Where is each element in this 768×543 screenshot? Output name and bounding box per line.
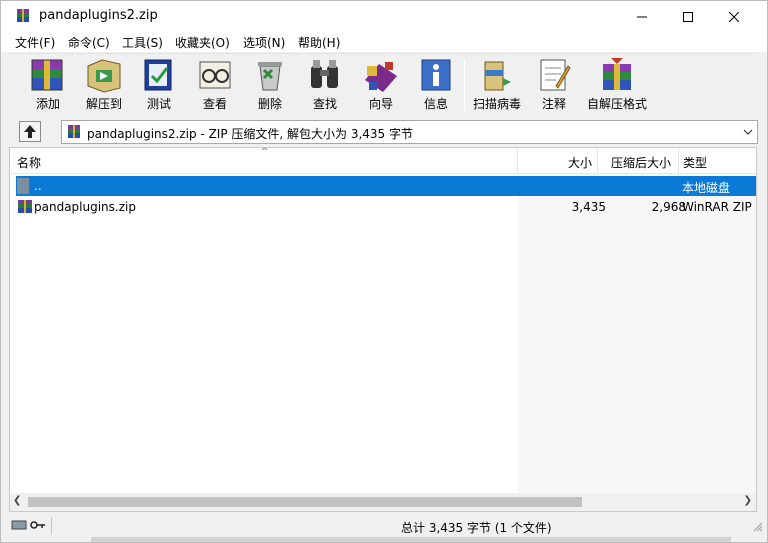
- winrar-window: pandaplugins2.zip 文件(F) 命令(C) 工具(S) 收藏夹(…: [0, 0, 768, 543]
- column-type[interactable]: 类型: [683, 154, 707, 171]
- view-icon: [199, 61, 231, 89]
- maximize-button[interactable]: [665, 1, 711, 32]
- menu-help[interactable]: 帮助(H): [298, 34, 340, 51]
- table-row[interactable]: pandaplugins.zip 3,435 2,968 WinRAR ZIP: [16, 197, 756, 217]
- zip-file-icon: [18, 200, 32, 213]
- comment-button[interactable]: 注释: [528, 54, 580, 116]
- column-name[interactable]: 名称: [17, 154, 41, 171]
- extract-to-icon: [87, 59, 121, 93]
- column-divider[interactable]: [678, 148, 679, 174]
- menu-commands[interactable]: 命令(C): [68, 34, 110, 51]
- bottom-strip: [91, 537, 731, 542]
- column-divider[interactable]: [597, 148, 598, 174]
- table-row[interactable]: .. 本地磁盘: [16, 176, 756, 196]
- column-header: 名称 ^ 大小 压缩后大小 类型: [10, 148, 756, 174]
- list-background: [518, 174, 756, 499]
- delete-icon: [258, 62, 282, 91]
- minimize-button[interactable]: [619, 1, 665, 32]
- close-icon: [729, 11, 739, 22]
- maximize-icon: [683, 11, 693, 22]
- up-arrow-icon: [24, 125, 36, 138]
- horizontal-scrollbar[interactable]: ❮ ❯: [10, 493, 756, 511]
- menu-tools[interactable]: 工具(S): [122, 34, 163, 51]
- resize-grip-icon[interactable]: [753, 522, 763, 532]
- row-size: 3,435: [571, 200, 606, 214]
- menu-file[interactable]: 文件(F): [15, 34, 55, 51]
- menu-bar: 文件(F) 命令(C) 工具(S) 收藏夹(O) 选项(N) 帮助(H): [1, 32, 767, 52]
- column-size[interactable]: 大小: [568, 154, 592, 171]
- row-name: pandaplugins.zip: [34, 200, 136, 214]
- row-type: WinRAR ZIP: [682, 200, 752, 214]
- sfx-label: 自解压格式: [586, 97, 647, 111]
- path-field[interactable]: pandaplugins2.zip - ZIP 压缩文件, 解包大小为 3,43…: [61, 120, 758, 144]
- window-title: pandaplugins2.zip: [39, 8, 158, 23]
- drive-key-icon: [11, 520, 45, 530]
- info-button[interactable]: 信息: [410, 54, 462, 116]
- toolbar: 添加 解压到 测试 查看 删除 查找 向导 信息 扫描病毒 注释 自解压格式: [9, 53, 757, 116]
- find-icon: [311, 60, 338, 88]
- minimize-icon: [637, 16, 647, 17]
- address-bar: pandaplugins2.zip - ZIP 压缩文件, 解包大小为 3,43…: [9, 117, 758, 147]
- file-list[interactable]: 名称 ^ 大小 压缩后大小 类型 .. 本地磁盘 pandaplugins.zi…: [9, 147, 757, 512]
- status-separator: [51, 517, 52, 535]
- info-icon: [421, 59, 451, 91]
- scan-virus-icon: [484, 61, 511, 91]
- archive-icon: [68, 125, 80, 138]
- menu-options[interactable]: 选项(N): [243, 34, 285, 51]
- chevron-down-icon[interactable]: [742, 125, 754, 139]
- column-divider[interactable]: [517, 148, 518, 174]
- sfx-button[interactable]: 自解压格式: [587, 54, 647, 116]
- row-packed: 2,968: [651, 200, 686, 214]
- title-bar[interactable]: pandaplugins2.zip: [1, 1, 767, 32]
- row-name: ..: [34, 179, 42, 193]
- wizard-icon: [365, 62, 397, 92]
- scroll-left-icon[interactable]: ❮: [13, 495, 21, 506]
- up-folder-button[interactable]: [19, 121, 41, 142]
- sort-ascending-icon: ^: [261, 147, 269, 157]
- add-icon: [31, 59, 63, 91]
- scroll-right-icon[interactable]: ❯: [744, 495, 752, 506]
- winrar-app-icon: [17, 9, 29, 22]
- comment-icon: [540, 59, 571, 91]
- path-text: pandaplugins2.zip - ZIP 压缩文件, 解包大小为 3,43…: [87, 127, 413, 141]
- scrollbar-thumb[interactable]: [28, 497, 582, 507]
- parent-folder-icon: [17, 178, 29, 194]
- row-type: 本地磁盘: [682, 181, 731, 195]
- sfx-icon: [603, 58, 631, 90]
- column-packed[interactable]: 压缩后大小: [611, 154, 671, 171]
- test-icon: [144, 59, 172, 91]
- menu-favorites[interactable]: 收藏夹(O): [175, 34, 230, 51]
- status-text: 总计 3,435 字节 (1 个文件): [401, 521, 552, 535]
- close-button[interactable]: [711, 1, 757, 32]
